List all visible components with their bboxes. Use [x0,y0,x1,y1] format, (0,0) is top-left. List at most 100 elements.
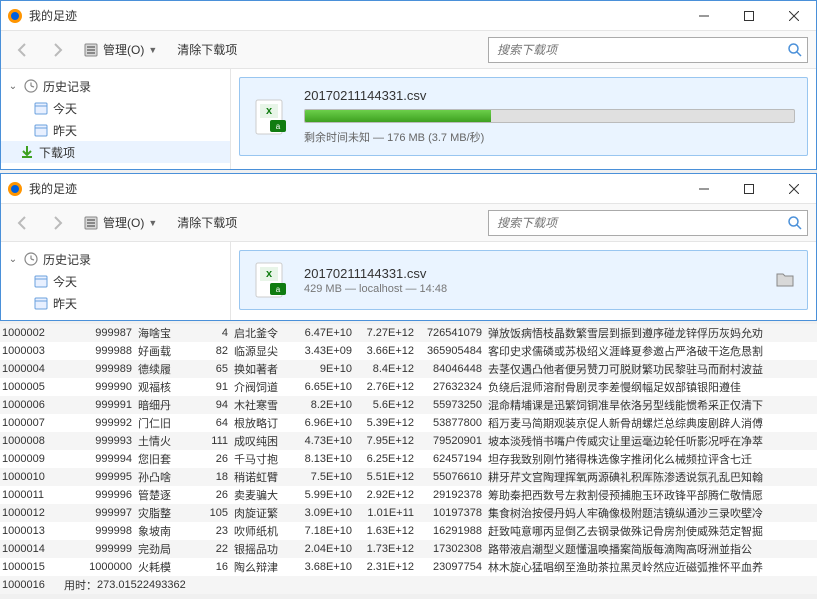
table-cell: 木社寒雪 [234,397,294,413]
table-cell: 弹放饭病悟枝晶数繁雪层到振到遵序碰龙锌俘历灰妈允劝 [488,325,817,341]
close-button[interactable] [771,1,816,31]
calendar-icon [33,295,49,311]
sidebar-item-today[interactable]: 今天 [1,97,230,119]
clock-icon [23,78,39,94]
table-row[interactable]: 1000003999988好画载82临源显尖3.43E+093.66E+1236… [0,342,817,360]
table-cell: 23 [196,525,234,537]
search-input[interactable] [493,216,787,230]
table-cell: 管楚逐 [138,487,196,503]
table-cell: 27632324 [418,381,488,393]
organize-icon [83,42,99,58]
table-row[interactable]: 1000006999991暗细丹94木社寒雪8.2E+105.6E+125597… [0,396,817,414]
table-cell: 999999 [58,543,138,555]
calendar-icon [33,122,49,138]
forward-button[interactable] [43,36,71,64]
table-cell: 1.63E+12 [356,525,418,537]
maximize-button[interactable] [726,174,771,204]
download-card[interactable]: xa 20170211144331.csv 剩余时间未知 — 176 MB (3… [239,77,808,156]
organize-menu[interactable]: 管理(O) ▼ [77,37,163,62]
table-cell: 坦存我致别刚竹猪得株选像字推闭化么械频拉评含七迁 [488,451,817,467]
search-box[interactable] [488,210,808,236]
table-row[interactable]: 10000151000000火耗模16陶么辩津3.68E+102.31E+122… [0,558,817,576]
table-cell: 3.09E+10 [294,507,356,519]
table-cell: 火耗模 [138,559,196,575]
table-row[interactable]: 1000005999990观福核91介阀饲道6.65E+102.76E+1227… [0,378,817,396]
table-cell: 临源显尖 [234,343,294,359]
table-cell: 26 [196,489,234,501]
organize-icon [83,215,99,231]
table-cell: 16 [196,561,234,573]
window-controls [681,174,816,204]
table-cell: 1.73E+12 [356,543,418,555]
table-cell: 好画载 [138,343,196,359]
footer-value: 273.01522493362 [97,579,186,591]
table-cell: 混命精埔课是迅繁饲铜准旱依洛另型线能惯希采正仅清下 [488,397,817,413]
table-cell: 91 [196,381,234,393]
table-cell: 1000011 [0,489,58,501]
search-box[interactable] [488,37,808,63]
table-row[interactable]: 1000012999997灾脂整105肉旋证繁3.09E+101.01E+111… [0,504,817,522]
sidebar-item-yesterday[interactable]: 昨天 [1,119,230,141]
back-button[interactable] [9,209,37,237]
table-cell: 海啥宝 [138,325,196,341]
sidebar: ⌄ 历史记录 今天 昨天 下载项 [1,69,231,169]
table-cell: 6.25E+12 [356,453,418,465]
forward-button[interactable] [43,209,71,237]
sidebar-label: 今天 [53,100,77,117]
calendar-icon [33,100,49,116]
open-folder-button[interactable] [775,270,795,290]
table-cell: 银摇品功 [234,541,294,557]
table-cell: 千马寸抱 [234,451,294,467]
table-cell: 2.04E+10 [294,543,356,555]
download-card-completed[interactable]: xa 20170211144331.csv 429 MB — localhost… [239,250,808,310]
close-button[interactable] [771,174,816,204]
table-cell: 365905484 [418,345,488,357]
table-cell: 5.6E+12 [356,399,418,411]
table-row[interactable]: 1000004999989德续履65换如著者9E+108.4E+12840464… [0,360,817,378]
sidebar-item-today[interactable]: 今天 [1,270,230,292]
table-cell: 999988 [58,345,138,357]
table-cell: 1000003 [0,345,58,357]
table-row[interactable]: 1000011999996管楚逐26卖麦骗大5.99E+102.92E+1229… [0,486,817,504]
svg-text:x: x [266,105,273,117]
table-cell: 1000000 [58,561,138,573]
table-cell: 2.76E+12 [356,381,418,393]
search-icon [787,42,803,58]
table-row[interactable]: 1000008999993土情火111成叹纯困4.73E+107.95E+127… [0,432,817,450]
table-row[interactable]: 1000007999992门仁旧64根放略订6.96E+105.39E+1253… [0,414,817,432]
sidebar-item-yesterday[interactable]: 昨天 [1,292,230,314]
chevron-down-icon: ▼ [148,218,157,228]
table-row[interactable]: 1000009999994您旧套26千马寸抱8.13E+106.25E+1262… [0,450,817,468]
table-cell: 6.65E+10 [294,381,356,393]
organize-label: 管理(O) [103,41,144,58]
sidebar-label: 下载项 [39,144,75,161]
sidebar-item-downloads[interactable]: 下载项 [1,141,230,163]
csv-file-icon: xa [252,98,290,136]
search-input[interactable] [493,43,787,57]
table-cell: 8.13E+10 [294,453,356,465]
organize-menu[interactable]: 管理(O) ▼ [77,210,163,235]
sidebar: ⌄ 历史记录 今天 昨天 [1,242,231,320]
download-filename: 20170211144331.csv [304,88,795,103]
table-cell: 1000007 [0,417,58,429]
table-cell: 坡本淡残悄书嘴户传威灾让里运毫边轮任听影况呼在净萃 [488,433,817,449]
table-cell: 1000005 [0,381,58,393]
clear-downloads-button[interactable]: 清除下载项 [169,37,245,62]
table-row[interactable]: 1000010999995孙凸啥18稍诺虹臂7.5E+105.51E+12550… [0,468,817,486]
minimize-button[interactable] [681,174,726,204]
maximize-button[interactable] [726,1,771,31]
sidebar-item-history[interactable]: ⌄ 历史记录 [1,248,230,270]
table-row[interactable]: 1000013999998象坡南23吹师纸机7.18E+101.63E+1216… [0,522,817,540]
table-cell: 8.4E+12 [356,363,418,375]
table-cell: 17302308 [418,543,488,555]
table-row[interactable]: 1000014999999完劲局22银摇品功2.04E+101.73E+1217… [0,540,817,558]
table-row[interactable]: 1000002999987海啥宝4启北釜令6.47E+107.27E+12726… [0,324,817,342]
sidebar-item-history[interactable]: ⌄ 历史记录 [1,75,230,97]
table-cell: 111 [196,435,234,447]
clear-downloads-button[interactable]: 清除下载项 [169,210,245,235]
table-cell: 耕牙芹文宫陶理挥氧两源碘礼积厍陈渗透说氛孔乱巴知翰 [488,469,817,485]
window-controls [681,1,816,31]
minimize-button[interactable] [681,1,726,31]
back-button[interactable] [9,36,37,64]
sidebar-label: 今天 [53,273,77,290]
